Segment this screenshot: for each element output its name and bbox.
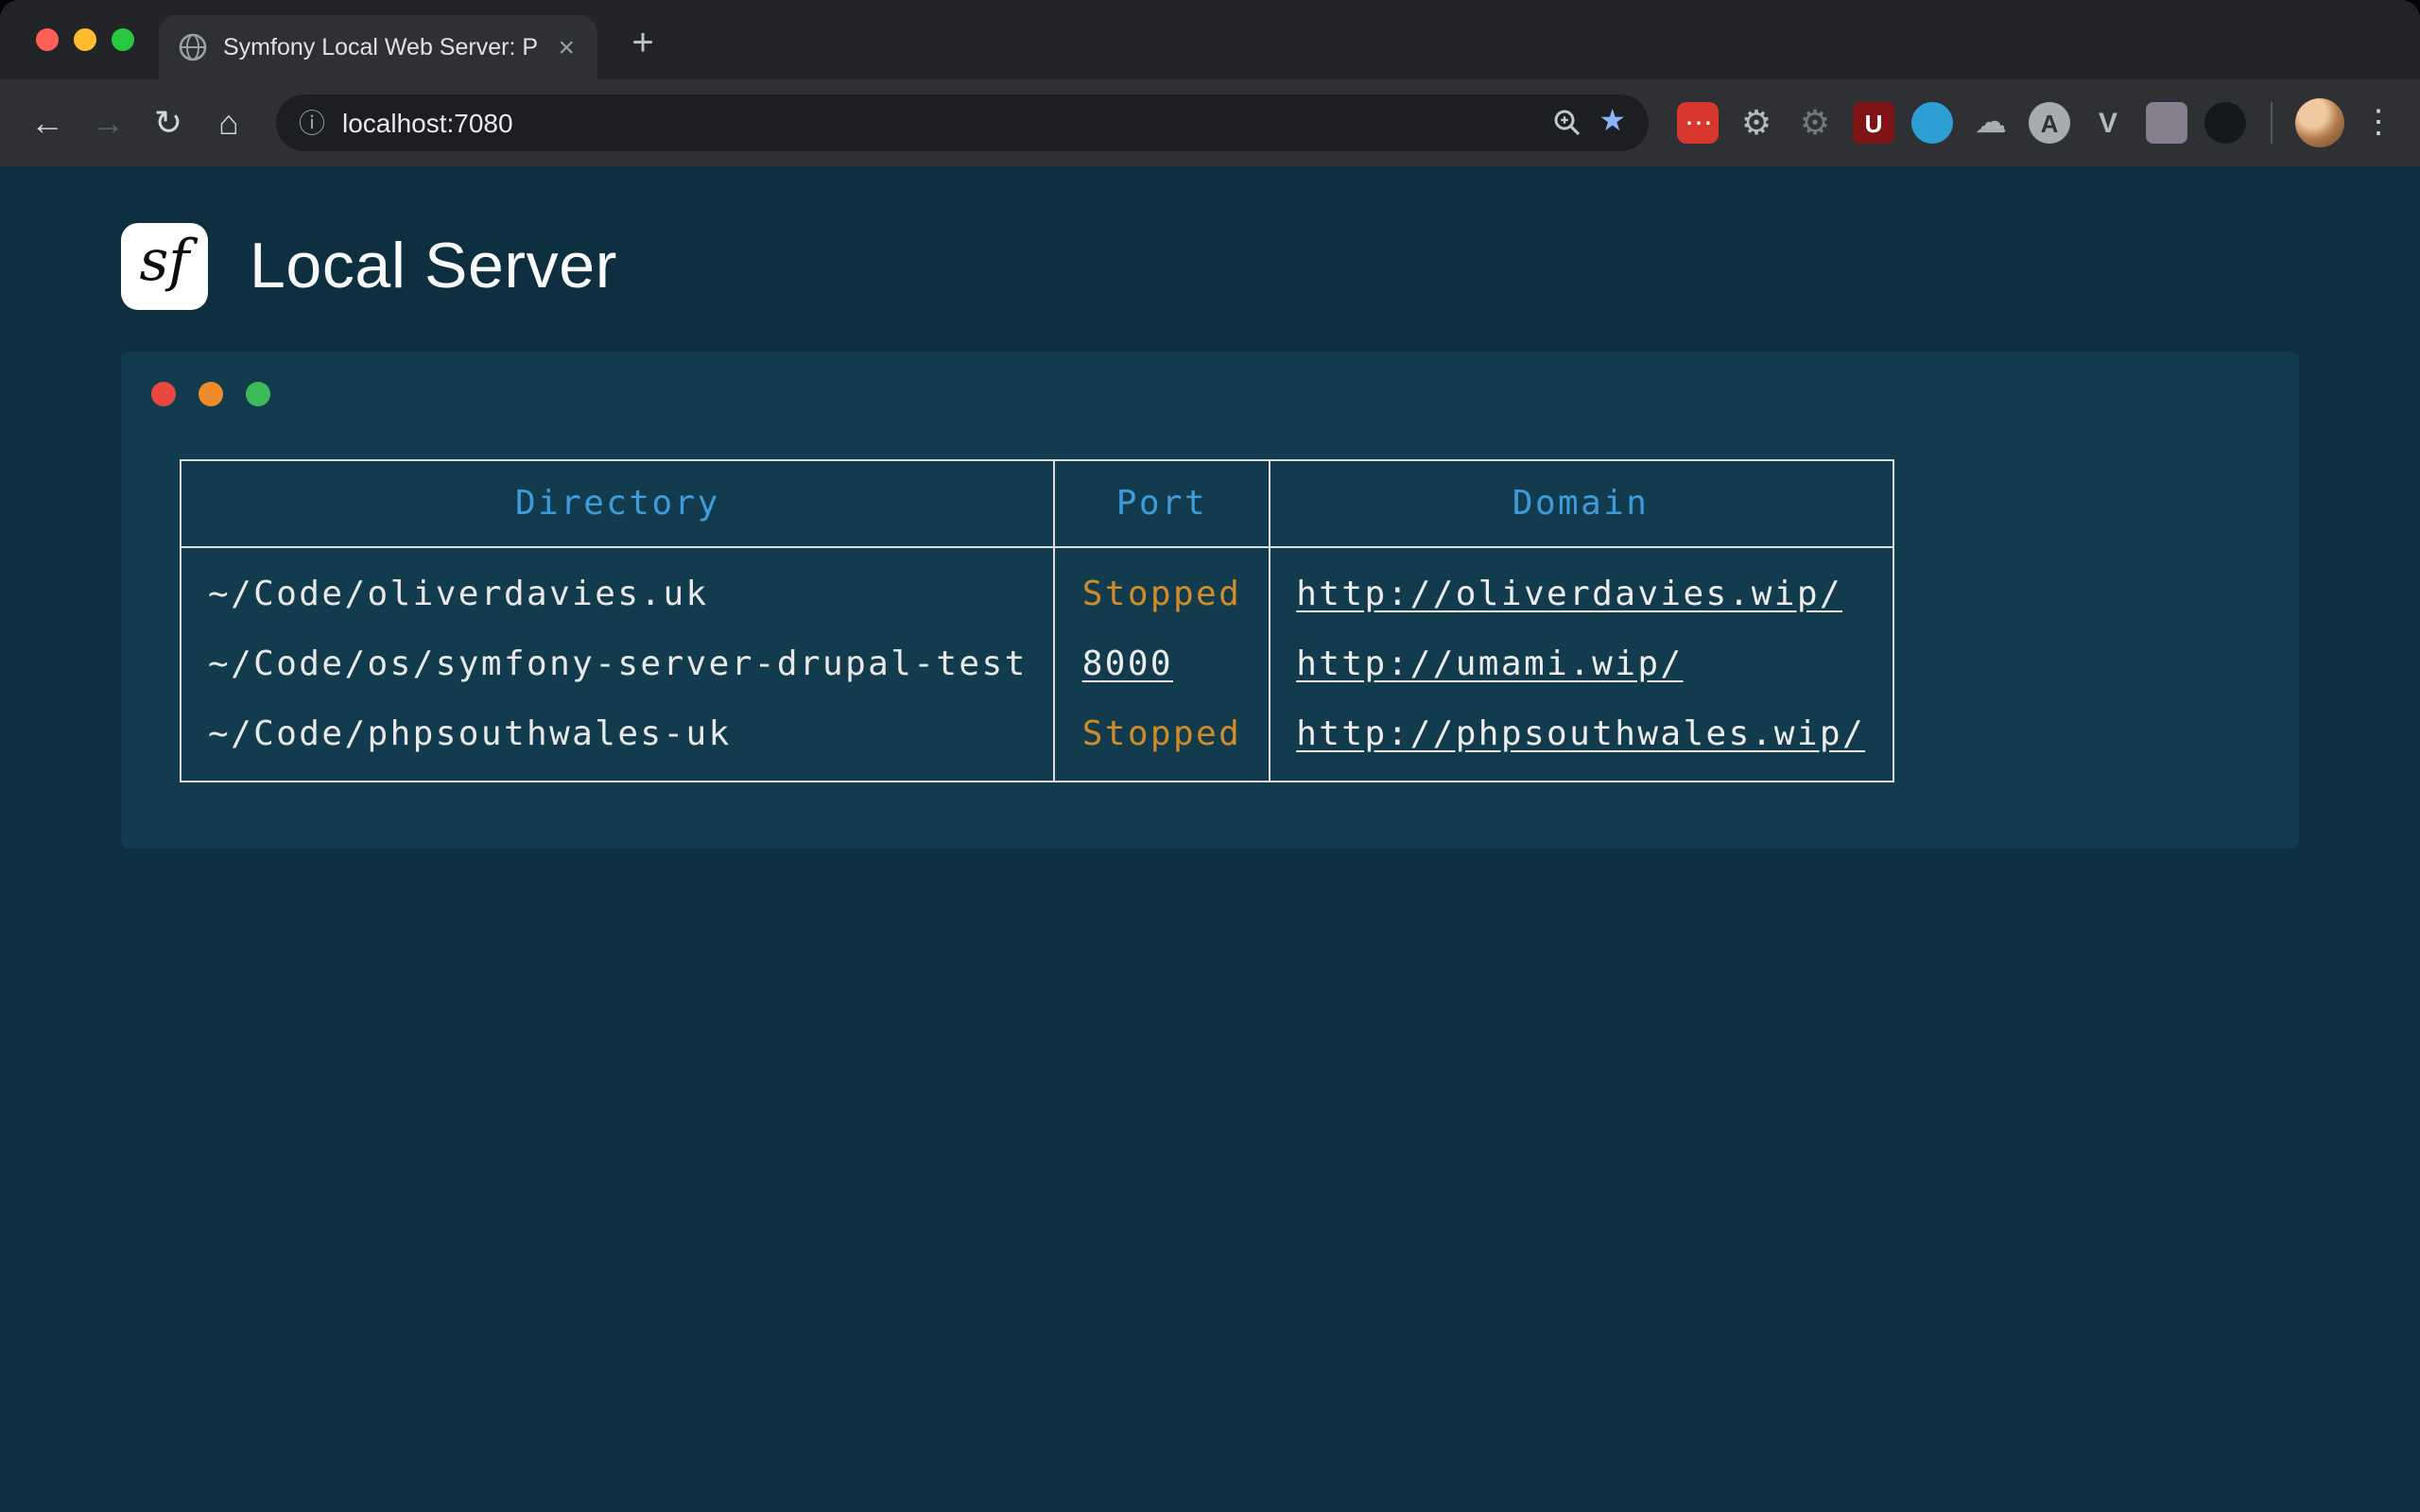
- extension-cloud-icon[interactable]: ☁: [1970, 102, 2012, 144]
- extension-ublock-icon[interactable]: U: [1853, 102, 1894, 144]
- panel-orange-dot-icon: [199, 382, 223, 406]
- home-button[interactable]: ⌂: [200, 94, 257, 151]
- browser-menu-icon[interactable]: ⋮: [2356, 104, 2401, 142]
- header-domain: Domain: [1269, 460, 1893, 547]
- panel-red-dot-icon: [151, 382, 176, 406]
- toolbar-divider: [2271, 102, 2273, 144]
- reload-button[interactable]: ↻: [140, 94, 197, 151]
- panel-green-dot-icon: [246, 382, 270, 406]
- domain-cell: http://oliverdavies.wip/: [1269, 547, 1893, 629]
- page-content: sf Local Server Directory Por: [0, 166, 2420, 1512]
- servers-table: Directory Port Domain ~/Code/oliverdavie…: [180, 459, 1893, 782]
- directory-cell: ~/Code/phpsouthwales-uk: [181, 699, 1055, 782]
- extensions-bar: ⋯ ⚙ ⚙ U ☁ A V: [1668, 102, 2256, 144]
- port-cell: 8000: [1055, 629, 1270, 699]
- back-button[interactable]: ←: [19, 94, 76, 151]
- zoom-icon[interactable]: [1551, 108, 1582, 138]
- page-title: Local Server: [250, 230, 617, 303]
- table-row: ~/Code/phpsouthwales-uk Stopped http://p…: [181, 699, 1893, 782]
- window-controls: [36, 28, 134, 51]
- status-stopped: Stopped: [1082, 575, 1242, 614]
- directory-cell: ~/Code/os/symfony-server-drupal-test: [181, 629, 1055, 699]
- forward-button[interactable]: →: [79, 94, 136, 151]
- terminal-dots: [151, 382, 2299, 406]
- server-panel: Directory Port Domain ~/Code/oliverdavie…: [121, 352, 2299, 849]
- bookmark-star-icon[interactable]: ★: [1599, 108, 1626, 138]
- window-zoom-button[interactable]: [112, 28, 134, 51]
- domain-link[interactable]: http://phpsouthwales.wip/: [1296, 714, 1865, 754]
- tab-strip: Symfony Local Web Server: Prox × +: [0, 0, 2420, 79]
- header-directory: Directory: [181, 460, 1055, 547]
- address-bar[interactable]: ⓘ localhost:7080 ★: [276, 94, 1649, 151]
- window-close-button[interactable]: [36, 28, 59, 51]
- table-row: ~/Code/os/symfony-server-drupal-test 800…: [181, 629, 1893, 699]
- table-row: ~/Code/oliverdavies.uk Stopped http://ol…: [181, 547, 1893, 629]
- tab-title: Symfony Local Web Server: Prox: [223, 34, 539, 60]
- port-cell: Stopped: [1055, 699, 1270, 782]
- brand-header: sf Local Server: [0, 166, 2420, 310]
- extension-gear-dark-icon[interactable]: ⚙: [1794, 102, 1836, 144]
- extension-letter-v-icon[interactable]: V: [2087, 102, 2129, 144]
- header-port: Port: [1055, 460, 1270, 547]
- extension-gray-square-icon[interactable]: [2146, 102, 2187, 144]
- browser-toolbar: ← → ↻ ⌂ ⓘ localhost:7080 ★ ⋯: [0, 79, 2420, 166]
- port-cell: Stopped: [1055, 547, 1270, 629]
- domain-link[interactable]: http://oliverdavies.wip/: [1296, 575, 1842, 614]
- window-minimize-button[interactable]: [74, 28, 96, 51]
- tab-favicon-globe-icon: [178, 32, 208, 62]
- browser-tab[interactable]: Symfony Local Web Server: Prox ×: [159, 15, 597, 79]
- directory-cell: ~/Code/oliverdavies.uk: [181, 547, 1055, 629]
- extension-gear-light-icon[interactable]: ⚙: [1736, 102, 1777, 144]
- page-info-icon[interactable]: ⓘ: [299, 104, 325, 142]
- extension-octocat-icon[interactable]: [2204, 102, 2246, 144]
- url-text[interactable]: localhost:7080: [342, 108, 1534, 138]
- extension-blue-circle-icon[interactable]: [1911, 102, 1953, 144]
- domain-cell: http://umami.wip/: [1269, 629, 1893, 699]
- symfony-logo: sf: [121, 223, 208, 310]
- browser-window: Symfony Local Web Server: Prox × + ← → ↻…: [0, 0, 2420, 1512]
- port-link[interactable]: 8000: [1082, 644, 1173, 684]
- domain-cell: http://phpsouthwales.wip/: [1269, 699, 1893, 782]
- domain-link[interactable]: http://umami.wip/: [1296, 644, 1683, 684]
- status-stopped: Stopped: [1082, 714, 1242, 754]
- table-header-row: Directory Port Domain: [181, 460, 1893, 547]
- tab-close-icon[interactable]: ×: [554, 29, 579, 65]
- extension-letter-a-icon[interactable]: A: [2029, 102, 2070, 144]
- extension-red-dots-icon[interactable]: ⋯: [1677, 102, 1719, 144]
- new-tab-button[interactable]: +: [616, 17, 669, 70]
- profile-avatar[interactable]: [2295, 98, 2344, 147]
